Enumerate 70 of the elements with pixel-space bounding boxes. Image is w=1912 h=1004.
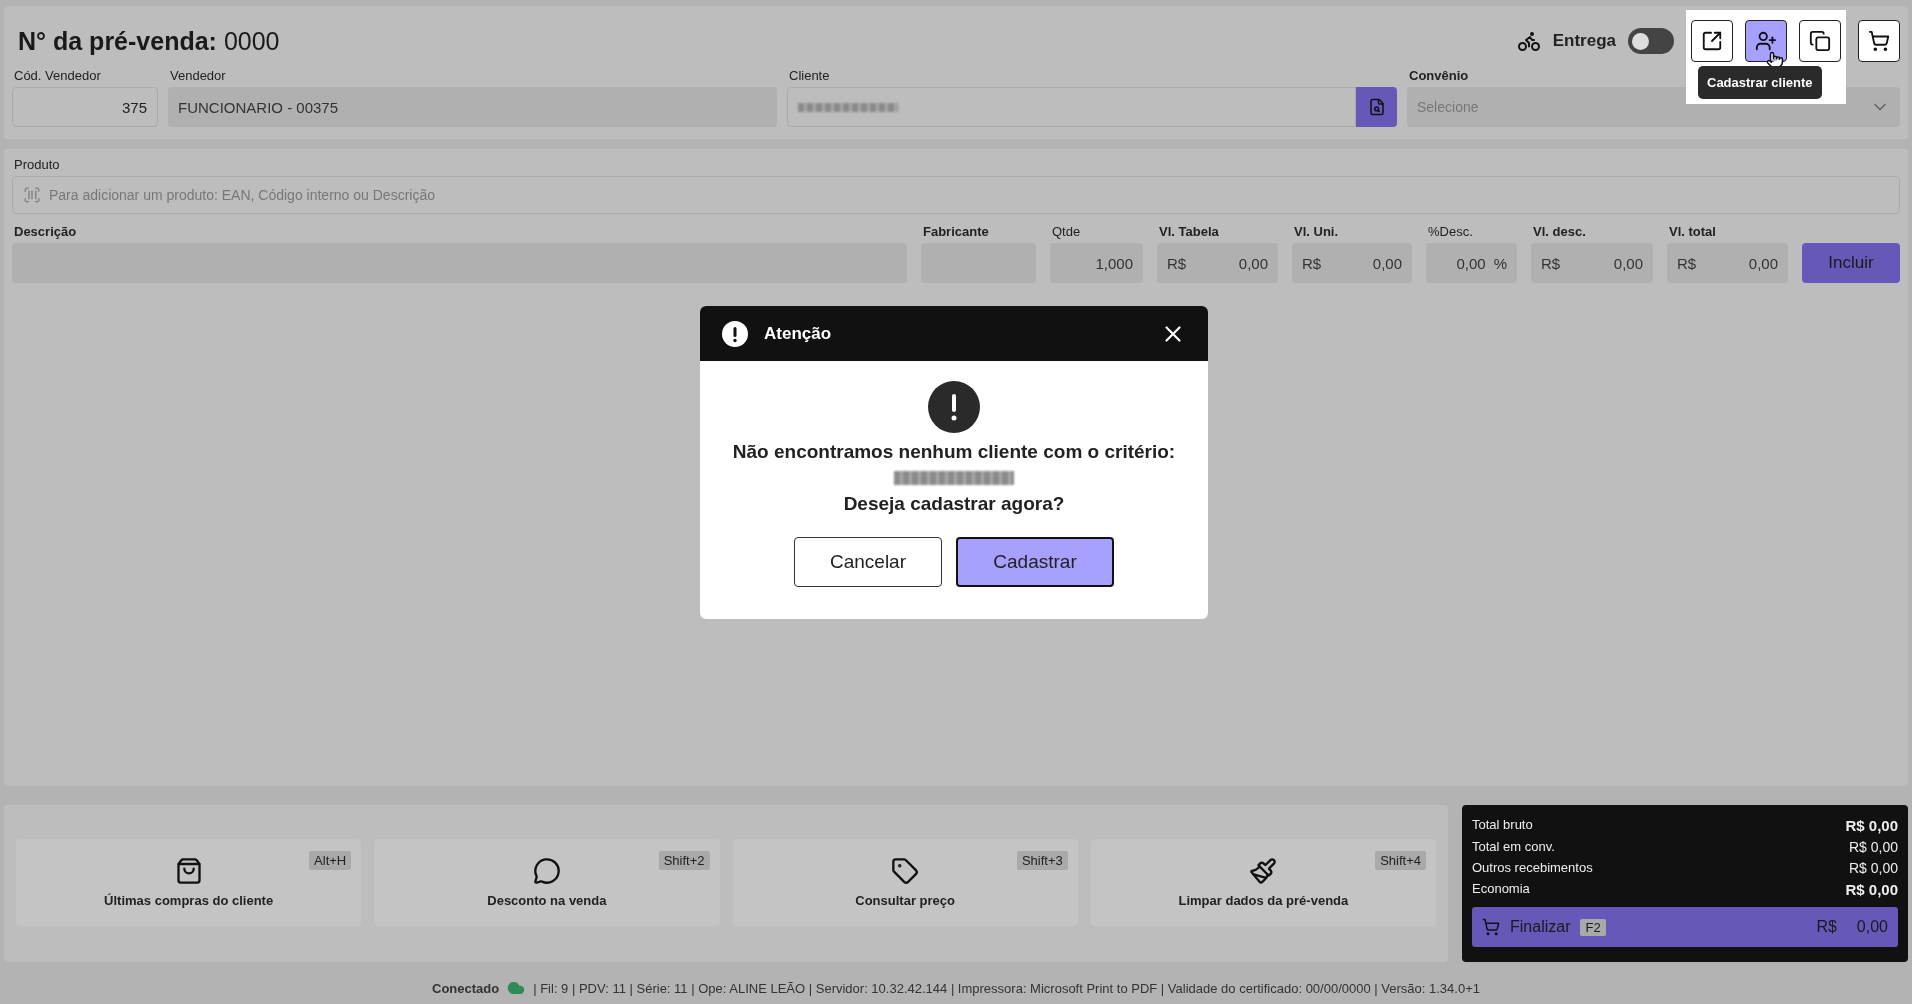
search-icon	[1367, 98, 1386, 116]
dialog-title: Atenção	[764, 323, 833, 344]
user-add-icon	[1755, 30, 1777, 52]
client-field[interactable]	[787, 87, 1356, 127]
dialog-message: Não encontramos nenhum cliente com o critério:	[732, 441, 1176, 463]
total-value: R$ 0,00	[1848, 839, 1898, 855]
total-label: Total bruto	[1472, 817, 1533, 834]
bag-icon	[174, 857, 203, 885]
field-label: Fabricante	[923, 224, 989, 239]
shortcut-key: Alt+H	[309, 851, 352, 870]
action-button[interactable]: Consultar preço Shift+3	[732, 839, 1078, 926]
finalize-button[interactable]: Finalizar F2 R$ 0,00	[1472, 907, 1898, 947]
field-label: Cliente	[789, 68, 830, 83]
delivery-label: Entrega	[1552, 31, 1616, 51]
seller-field: FUNCIONARIO - 00375	[168, 87, 777, 127]
chat-bubble-icon	[532, 857, 561, 885]
cancel-button[interactable]: Cancelar	[794, 537, 942, 587]
pre-sale-title: N° da pré-venda: 0000	[18, 26, 280, 56]
copy-button[interactable]	[1799, 20, 1841, 62]
field-label: Vl. Tabela	[1159, 224, 1219, 239]
field-label: %Desc.	[1428, 224, 1473, 239]
shortcut-key: F2	[1580, 918, 1606, 936]
total-value: R$ 0,00	[1848, 860, 1898, 876]
field-label: Cód. Vendedor	[14, 68, 101, 83]
alert-icon	[928, 381, 980, 433]
total-value: R$ 0,00	[1845, 881, 1898, 898]
item-field: R$ 0,00	[1292, 243, 1412, 283]
search-client-button[interactable]	[1356, 87, 1397, 127]
connection-status: Conectado	[432, 980, 500, 996]
item-field: 0,00 %	[1426, 243, 1517, 283]
confirm-button[interactable]: Cadastrar	[956, 537, 1114, 587]
delivery-toggle[interactable]	[1628, 28, 1674, 54]
status-details: | Fil: 9 | PDV: 11 | Série: 11 | Ope: ALINE LEÃO | Servidor: 10.32.42.144 | Impressora: Microsoft Print to PDF | Validade do certificado: 00/00/0000 | Versão: 1.34.0+1	[533, 980, 1480, 996]
barcode-icon	[23, 186, 41, 204]
seller-code-field[interactable]: 375	[12, 87, 158, 127]
share-icon	[1701, 30, 1723, 52]
item-field: R$ 0,00	[1531, 243, 1653, 283]
shortcut-key: Shift+3	[1016, 851, 1068, 870]
share-button[interactable]	[1691, 20, 1733, 62]
copy-icon	[1809, 30, 1831, 52]
action-button[interactable]: Limpar dados da pré-venda Shift+4	[1090, 839, 1436, 926]
total-label: Total em conv.	[1472, 839, 1555, 855]
total-label: Outros recebimentos	[1472, 860, 1593, 876]
item-field: R$ 0,00	[1157, 243, 1278, 283]
shortcut-key: Shift+2	[658, 851, 710, 870]
action-button[interactable]: Desconto na venda Shift+2	[374, 839, 720, 926]
item-field: R$ 0,00	[1667, 243, 1788, 283]
field-label: Produto	[14, 157, 60, 172]
cart-icon	[1868, 30, 1890, 52]
cloud-icon	[507, 979, 526, 997]
field-label: Descrição	[14, 224, 77, 239]
dialog-question: Deseja cadastrar agora?	[843, 493, 1065, 515]
field-label: Vl. desc.	[1533, 224, 1586, 239]
tag-icon	[891, 857, 920, 885]
alert-icon	[722, 320, 748, 347]
total-label: Economia	[1472, 881, 1530, 898]
cart-button[interactable]	[1858, 20, 1900, 62]
item-field: 1,000	[1050, 243, 1143, 283]
action-button[interactable]: Últimas compras do cliente Alt+H	[16, 839, 362, 926]
shortcut-key: Shift+4	[1375, 851, 1426, 870]
field-label: Convênio	[1409, 68, 1469, 83]
brush-icon	[1249, 857, 1278, 885]
tooltip: Cadastrar cliente	[1698, 66, 1822, 99]
field-label: Vendedor	[170, 68, 226, 83]
total-value: R$ 0,00	[1845, 817, 1898, 834]
field-label: Vl. total	[1669, 224, 1716, 239]
field-label: Qtde	[1052, 224, 1081, 239]
field-label: Vl. Uni.	[1294, 224, 1339, 239]
cart-icon	[1482, 918, 1500, 936]
delivery-icon	[1516, 29, 1541, 53]
